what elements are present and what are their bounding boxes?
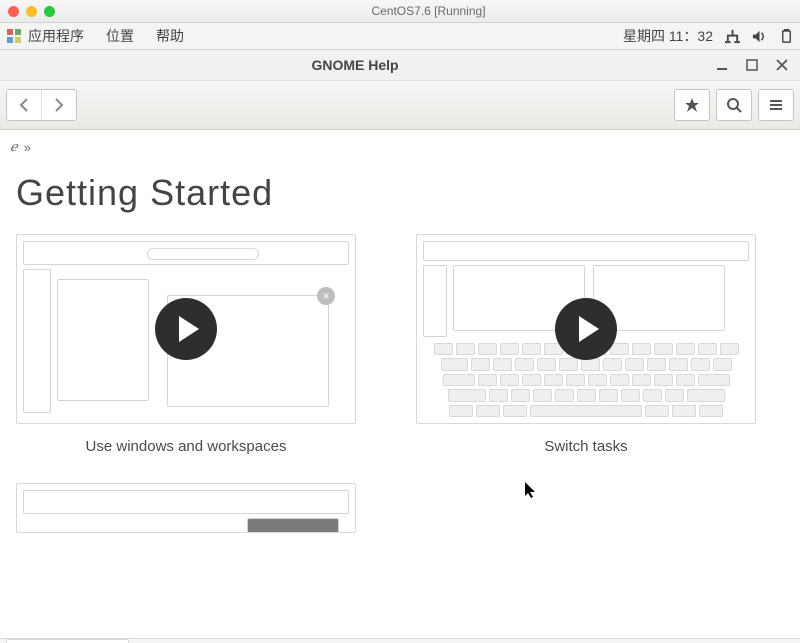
app-title: GNOME Help (8, 57, 702, 73)
mac-window-buttons (8, 6, 55, 17)
mac-minimize-button[interactable] (26, 6, 37, 17)
menu-help[interactable]: 帮助 (156, 26, 184, 46)
tile-preview: × (16, 234, 356, 424)
toolbar (0, 81, 800, 130)
tile-row: × Use windows and workspaces (16, 234, 784, 455)
task-gnome-help[interactable]: GNOME Help (6, 639, 129, 643)
close-button[interactable] (772, 55, 792, 75)
forward-button[interactable] (41, 90, 76, 120)
tile-preview (416, 234, 756, 424)
menu-places[interactable]: 位置 (106, 26, 134, 46)
bookmark-button[interactable] (674, 89, 710, 121)
tile-preview (16, 483, 356, 533)
battery-icon[interactable] (779, 29, 794, 44)
mac-close-button[interactable] (8, 6, 19, 17)
play-icon (555, 298, 617, 360)
volume-icon[interactable] (752, 29, 767, 44)
breadcrumb-home-icon[interactable]: ℯ (10, 139, 18, 155)
gnome-menubar: 应用程序 位置 帮助 星期四 11：32 (0, 23, 800, 50)
nav-buttons (6, 89, 77, 121)
network-icon[interactable] (725, 29, 740, 44)
minimize-button[interactable] (712, 55, 732, 75)
breadcrumb: ℯ » (0, 130, 800, 164)
tile-caption: Use windows and workspaces (16, 438, 356, 455)
mac-window-title: CentOS7.6 [Running] (65, 4, 792, 18)
close-icon: × (317, 287, 335, 305)
menu-applications[interactable]: 应用程序 (28, 26, 84, 46)
tile-caption: Switch tasks (416, 438, 756, 455)
mac-titlebar: CentOS7.6 [Running] (0, 0, 800, 23)
search-button[interactable] (716, 89, 752, 121)
tile-switch-tasks[interactable]: Switch tasks (416, 234, 756, 455)
clock-label[interactable]: 星期四 11：32 (623, 26, 713, 46)
mac-maximize-button[interactable] (44, 6, 55, 17)
tile-windows-workspaces[interactable]: × Use windows and workspaces (16, 234, 356, 455)
back-button[interactable] (7, 90, 41, 120)
cursor-icon (525, 482, 537, 498)
page-title: Getting Started (16, 172, 784, 214)
app-titlebar: GNOME Help (0, 50, 800, 81)
activities-icon[interactable] (6, 28, 22, 44)
breadcrumb-sep: » (24, 140, 31, 155)
content-area: Getting Started × Use windows and worksp… (0, 164, 800, 638)
gnome-taskbar: GNOME Help 1 / 4 (0, 638, 800, 643)
maximize-button[interactable] (742, 55, 762, 75)
play-icon (155, 298, 217, 360)
menu-button[interactable] (758, 89, 794, 121)
tile-partial[interactable] (16, 483, 356, 533)
